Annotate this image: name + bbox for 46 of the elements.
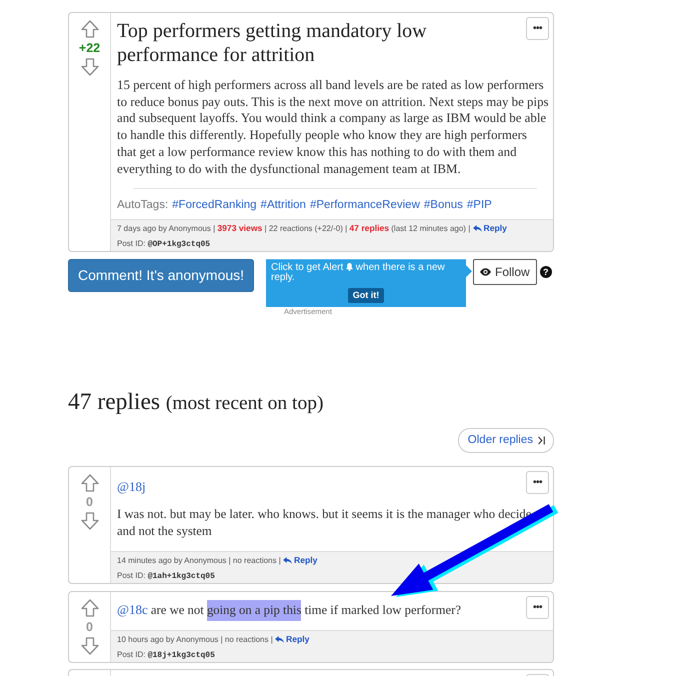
- chevron-bar-icon: [538, 436, 545, 446]
- post-id: Post ID: @OP+1kg3ctq05: [117, 238, 212, 250]
- tag-link[interactable]: #Bonus: [424, 197, 463, 214]
- reply-icon: [472, 224, 482, 232]
- got-it-button[interactable]: Got it!: [348, 288, 384, 304]
- post-title: Top performers getting mandatory low performance for attrition: [117, 19, 428, 67]
- reply-link[interactable]: Reply: [283, 555, 318, 566]
- autotags-label: AutoTags:: [117, 198, 168, 214]
- reply-link[interactable]: Reply: [472, 223, 507, 234]
- downvote-arrow-icon[interactable]: [80, 58, 98, 76]
- upvote-arrow-icon[interactable]: [80, 20, 98, 38]
- tag-link[interactable]: #ForcedRanking: [172, 197, 257, 214]
- mention-link[interactable]: @18j: [117, 479, 146, 494]
- reply-link[interactable]: Reply: [275, 634, 310, 644]
- tag-link[interactable]: #PIP: [466, 197, 492, 214]
- menu-button[interactable]: •••: [526, 596, 549, 620]
- post-meta: 14 minutes ago by Anonymous | no reactions | Reply: [117, 555, 318, 568]
- comment-button[interactable]: Comment! It's anonymous!: [68, 259, 254, 292]
- reply-text: @18c are we not going on a pip this time if marked low performer?: [117, 601, 522, 620]
- older-replies-button[interactable]: Older replies: [458, 428, 554, 454]
- tag-link[interactable]: #Attrition: [260, 197, 306, 214]
- menu-button[interactable]: •••: [526, 471, 549, 494]
- eye-icon: [480, 268, 491, 276]
- downvote-arrow-icon[interactable]: [80, 512, 98, 530]
- post-body: 15 percent of high performers across all band levels are be rated as low performers to reduce bonus pay outs. This is the next move on attrition. Next steps may be pips and subsequent layoffs. You would think a company as large as IBM would be able to handle this differently. Hopefully people who know they are high performers that get a low performance review know this has nothing to do with them and everything to do with the dysfunctional management team at IBM.: [117, 77, 549, 178]
- vote-score: +22: [78, 40, 100, 56]
- reply-text: I was not. but may be later. who knows. but it seems it is the manager who decide and not the system: [117, 506, 532, 540]
- reply-icon: [275, 636, 284, 643]
- replies-heading: 47 replies (most recent on top): [68, 388, 324, 418]
- menu-button[interactable]: •••: [526, 17, 549, 40]
- upvote-arrow-icon[interactable]: [80, 599, 98, 618]
- alert-tooltip-text: Click to get Alert when there is a new reply.: [271, 263, 446, 284]
- bell-icon: [346, 263, 354, 272]
- mention-link[interactable]: @18c: [117, 602, 148, 618]
- help-icon[interactable]: ?: [540, 266, 552, 278]
- reply-icon: [283, 556, 292, 564]
- vote-score: 0: [86, 494, 93, 510]
- vote-score: 0: [86, 619, 93, 636]
- post-meta: 10 hours ago by Anonymous | no reactions | Reply: [117, 634, 310, 646]
- upvote-arrow-icon[interactable]: [80, 474, 98, 492]
- follow-button[interactable]: Follow: [473, 259, 537, 286]
- post-meta: 7 days ago by Anonymous | 3973 views | 22 reactions (+22/-0) | 47 replies (last 12 minutes ago) | Reply: [117, 223, 508, 236]
- post-id: Post ID: @1ah+1kg3ctq05: [117, 570, 216, 582]
- post-id: Post ID: @18j+1kg3ctq05: [117, 649, 216, 662]
- tag-link[interactable]: #PerformanceReview: [310, 197, 420, 214]
- downvote-arrow-icon[interactable]: [80, 637, 98, 656]
